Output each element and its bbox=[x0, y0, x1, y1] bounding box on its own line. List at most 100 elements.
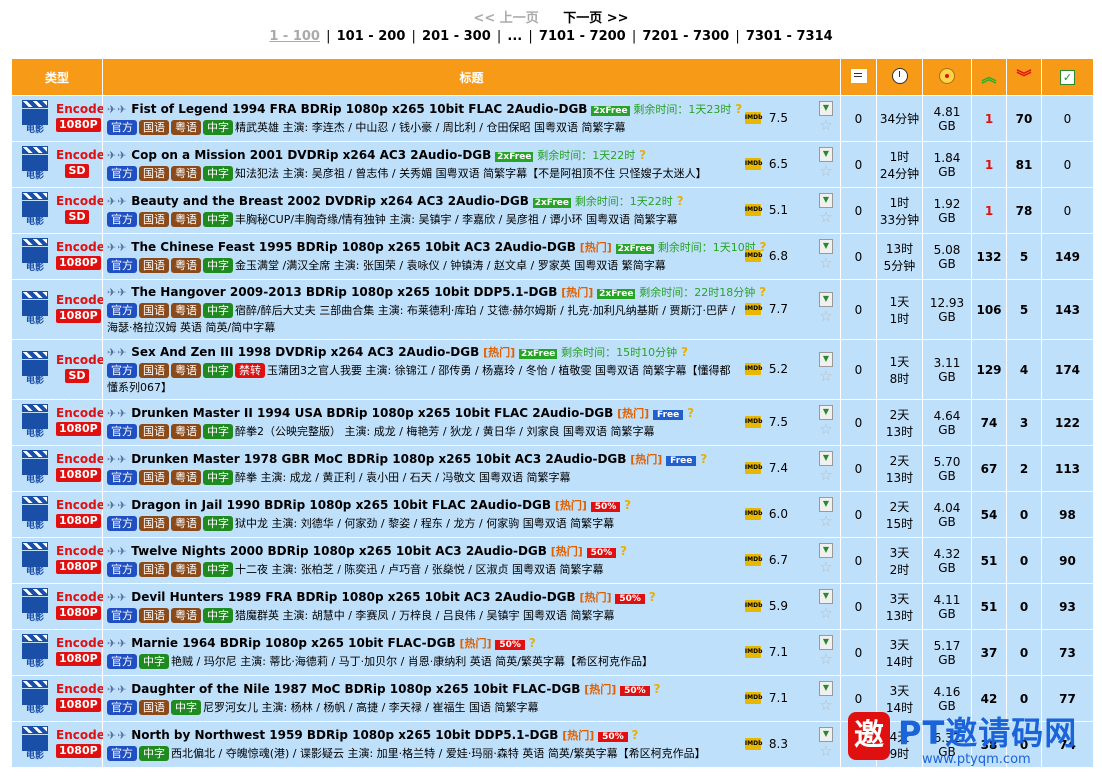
movie-category-icon[interactable]: 电影 bbox=[22, 99, 48, 138]
download-icon[interactable]: ▼ bbox=[819, 496, 833, 512]
col-header-comments[interactable] bbox=[840, 58, 877, 96]
help-icon[interactable]: ? bbox=[677, 194, 684, 208]
next-page-link[interactable]: 下一页 >> bbox=[563, 11, 628, 26]
leechers-count[interactable]: 78 bbox=[1006, 187, 1042, 234]
category-cell[interactable]: 电影 Encode 1080P bbox=[11, 279, 105, 340]
movie-category-icon[interactable]: 电影 bbox=[22, 679, 48, 718]
page-link[interactable]: 7101 - 7200 bbox=[539, 29, 626, 44]
imdb-rating[interactable]: IMDb 7.7 bbox=[744, 302, 788, 316]
movie-category-icon[interactable]: 电影 bbox=[22, 725, 48, 764]
help-icon[interactable]: ? bbox=[653, 682, 660, 696]
imdb-rating[interactable]: IMDb 7.4 bbox=[744, 461, 788, 475]
leechers-count[interactable]: 0 bbox=[1006, 629, 1042, 676]
col-header-time[interactable] bbox=[876, 58, 923, 96]
imdb-rating[interactable]: IMDb 6.5 bbox=[744, 157, 788, 171]
bookmark-star-icon[interactable]: ☆ bbox=[818, 420, 834, 438]
download-icon[interactable]: ▼ bbox=[819, 351, 833, 367]
category-cell[interactable]: 电影 Encode 1080P bbox=[11, 537, 105, 584]
help-icon[interactable]: ? bbox=[649, 590, 656, 604]
leechers-count[interactable]: 5 bbox=[1006, 279, 1042, 340]
bookmark-star-icon[interactable]: ☆ bbox=[818, 604, 834, 622]
torrent-title-link[interactable]: Marnie 1964 BDRip 1080p x265 10bit FLAC-… bbox=[131, 636, 455, 650]
help-icon[interactable]: ? bbox=[639, 148, 646, 162]
movie-category-icon[interactable]: 电影 bbox=[22, 403, 48, 442]
completed-count[interactable]: 98 bbox=[1041, 491, 1094, 538]
bookmark-star-icon[interactable]: ☆ bbox=[818, 162, 834, 180]
completed-count[interactable]: 174 bbox=[1041, 339, 1094, 400]
seeders-count[interactable]: 1 bbox=[971, 95, 1007, 142]
torrent-title-link[interactable]: Drunken Master 1978 GBR MoC BDRip 1080p … bbox=[131, 452, 626, 466]
movie-category-icon[interactable]: 电影 bbox=[22, 350, 48, 389]
completed-count[interactable]: 90 bbox=[1041, 537, 1094, 584]
page-link[interactable]: 7301 - 7314 bbox=[746, 29, 833, 44]
imdb-rating[interactable]: IMDb 8.3 bbox=[744, 737, 788, 751]
download-icon[interactable]: ▼ bbox=[819, 450, 833, 466]
movie-category-icon[interactable]: 电影 bbox=[22, 237, 48, 276]
completed-count[interactable]: 0 bbox=[1041, 187, 1094, 234]
imdb-rating[interactable]: IMDb 6.8 bbox=[744, 249, 788, 263]
imdb-rating[interactable]: IMDb 6.0 bbox=[744, 507, 788, 521]
page-link[interactable]: 7201 - 7300 bbox=[642, 29, 729, 44]
comments-count[interactable]: 0 bbox=[840, 279, 877, 340]
bookmark-star-icon[interactable]: ☆ bbox=[818, 307, 834, 325]
completed-count[interactable]: 143 bbox=[1041, 279, 1094, 340]
col-header-completed[interactable]: ✓ bbox=[1041, 58, 1094, 96]
leechers-count[interactable]: 81 bbox=[1006, 141, 1042, 188]
download-icon[interactable]: ▼ bbox=[819, 726, 833, 742]
category-cell[interactable]: 电影 Encode 1080P bbox=[11, 491, 105, 538]
help-icon[interactable]: ? bbox=[632, 728, 639, 742]
comments-count[interactable]: 0 bbox=[840, 141, 877, 188]
torrent-title-link[interactable]: North by Northwest 1959 BDRip 1080p x265… bbox=[131, 728, 558, 742]
help-icon[interactable]: ? bbox=[700, 452, 707, 466]
category-cell[interactable]: 电影 Encode SD bbox=[11, 187, 105, 234]
category-cell[interactable]: 电影 Encode 1080P bbox=[11, 233, 105, 280]
help-icon[interactable]: ? bbox=[759, 285, 766, 299]
seeders-count[interactable]: 1 bbox=[971, 141, 1007, 188]
col-header-seeders[interactable]: ︽ bbox=[971, 58, 1007, 96]
col-header-title[interactable]: 标题 bbox=[102, 58, 841, 96]
download-icon[interactable]: ▼ bbox=[819, 146, 833, 162]
bookmark-star-icon[interactable]: ☆ bbox=[818, 512, 834, 530]
completed-count[interactable]: 149 bbox=[1041, 233, 1094, 280]
torrent-title-link[interactable]: Devil Hunters 1989 FRA BDRip 1080p x265 … bbox=[131, 590, 575, 604]
bookmark-star-icon[interactable]: ☆ bbox=[818, 254, 834, 272]
col-header-leechers[interactable]: ︾ bbox=[1006, 58, 1042, 96]
torrent-title-link[interactable]: Drunken Master II 1994 USA BDRip 1080p x… bbox=[131, 406, 613, 420]
torrent-title-link[interactable]: Twelve Nights 2000 BDRip 1080p x265 10bi… bbox=[131, 544, 547, 558]
download-icon[interactable]: ▼ bbox=[819, 192, 833, 208]
seeders-count[interactable]: 51 bbox=[971, 537, 1007, 584]
seeders-count[interactable]: 37 bbox=[971, 629, 1007, 676]
download-icon[interactable]: ▼ bbox=[819, 404, 833, 420]
torrent-title-link[interactable]: Beauty and the Breast 2002 DVDRip x264 A… bbox=[131, 194, 529, 208]
seeders-count[interactable]: 67 bbox=[971, 445, 1007, 492]
completed-count[interactable]: 93 bbox=[1041, 583, 1094, 630]
comments-count[interactable]: 0 bbox=[840, 339, 877, 400]
torrent-title-link[interactable]: Fist of Legend 1994 FRA BDRip 1080p x265… bbox=[131, 102, 587, 116]
bookmark-star-icon[interactable]: ☆ bbox=[818, 116, 834, 134]
imdb-rating[interactable]: IMDb 7.5 bbox=[744, 415, 788, 429]
category-cell[interactable]: 电影 Encode 1080P bbox=[11, 675, 105, 722]
imdb-rating[interactable]: IMDb 5.2 bbox=[744, 362, 788, 376]
comments-count[interactable]: 0 bbox=[840, 95, 877, 142]
torrent-title-link[interactable]: Cop on a Mission 2001 DVDRip x264 AC3 2A… bbox=[131, 148, 491, 162]
category-cell[interactable]: 电影 Encode 1080P bbox=[11, 95, 105, 142]
leechers-count[interactable]: 0 bbox=[1006, 583, 1042, 630]
page-link-current[interactable]: 1 - 100 bbox=[269, 29, 320, 44]
download-icon[interactable]: ▼ bbox=[819, 634, 833, 650]
imdb-rating[interactable]: IMDb 7.1 bbox=[744, 691, 788, 705]
imdb-rating[interactable]: IMDb 6.7 bbox=[744, 553, 788, 567]
torrent-title-link[interactable]: The Chinese Feast 1995 BDRip 1080p x265 … bbox=[131, 240, 576, 254]
download-icon[interactable]: ▼ bbox=[819, 100, 833, 116]
help-icon[interactable]: ? bbox=[620, 544, 627, 558]
completed-count[interactable]: 73 bbox=[1041, 629, 1094, 676]
category-cell[interactable]: 电影 Encode SD bbox=[11, 141, 105, 188]
movie-category-icon[interactable]: 电影 bbox=[22, 145, 48, 184]
completed-count[interactable]: 113 bbox=[1041, 445, 1094, 492]
help-icon[interactable]: ? bbox=[529, 636, 536, 650]
bookmark-star-icon[interactable]: ☆ bbox=[818, 466, 834, 484]
download-icon[interactable]: ▼ bbox=[819, 588, 833, 604]
leechers-count[interactable]: 0 bbox=[1006, 491, 1042, 538]
torrent-title-link[interactable]: The Hangover 2009-2013 BDRip 1080p x265 … bbox=[131, 285, 557, 299]
seeders-count[interactable]: 129 bbox=[971, 339, 1007, 400]
comments-count[interactable]: 0 bbox=[840, 187, 877, 234]
